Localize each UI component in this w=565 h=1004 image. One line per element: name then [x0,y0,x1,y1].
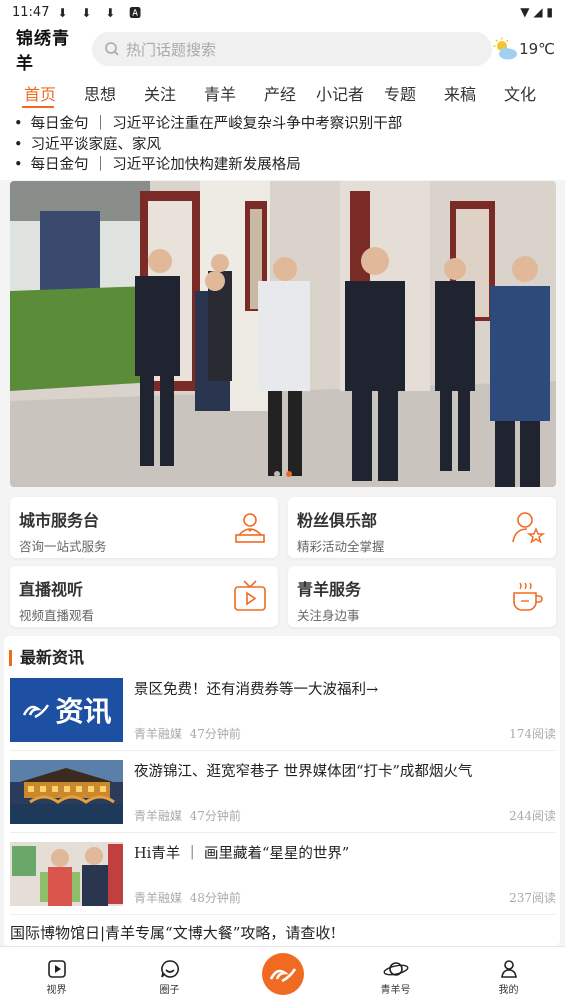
tab-5[interactable]: 小记者 [310,74,370,110]
service-grid: 城市服务台 咨询一站式服务 粉丝俱乐部 精彩活动全掌握 直播视听 视频直播观看 … [10,497,556,627]
download-notification-icons: ⬇ ⬇ ⬇ 🅰 [57,5,147,20]
news-thumbnail: 资讯 [10,678,123,742]
fan-star-icon [512,512,546,544]
search-icon [105,42,119,56]
bottom-navigation: 视界 圈子 青羊号 我的 [0,946,565,1004]
tv-play-icon [234,580,266,611]
sun-cloud-icon [493,37,518,60]
status-right-icons: ▼ ◢ ▮ [520,5,553,19]
news-meta: 青羊融媒 47分钟前 [134,807,241,824]
tab-0[interactable]: 首页 [10,74,70,110]
news-meta: 青羊融媒 48分钟前 [134,889,241,906]
headline-ticker: 每日金句 ｜ 习近平论注重在严峻复杂斗争中考察识别干部 习近平谈家庭、家风 每日… [0,110,565,180]
news-reads: 237阅读 [509,891,556,905]
news-headline-partial[interactable]: 国际博物馆日|青羊专属“文博大餐”攻略，请查收! [10,922,336,943]
divider [10,750,556,751]
app-header: 锦绣青羊 热门话题搜索 19℃ [0,24,565,74]
tab-3[interactable]: 青羊 [190,74,250,110]
search-input[interactable]: 热门话题搜索 [92,32,492,66]
nav-label: 青羊号 [380,985,411,996]
news-meta: 青羊融媒 47分钟前 [134,725,241,742]
ticker-item[interactable]: 每日金句 ｜ 习近平论加快构建新发展格局 [14,155,565,176]
tab-7[interactable]: 来稿 [430,74,490,110]
status-bar: 11:47 ⬇ ⬇ ⬇ 🅰 ▼ ◢ ▮ [0,0,565,24]
weather-temp: 19℃ [519,40,555,58]
planet-icon [383,962,408,976]
news-item[interactable]: Hi青羊 ｜ 画里藏着“星星的世界” 青羊融媒 48分钟前 237阅读 [10,842,556,908]
ticker-item[interactable]: 每日金句 ｜ 习近平论注重在严峻复杂斗争中考察识别干部 [14,114,565,135]
status-time: 11:47 [12,4,50,20]
news-source: 青羊融媒 [134,891,183,905]
center-logo-icon [269,968,296,983]
service-card-city-desk[interactable]: 城市服务台 咨询一站式服务 [10,497,278,558]
news-headline: 夜游锦江、逛宽窄巷子 世界媒体团“打卡”成都烟火气 [134,764,473,780]
section-title: 最新资讯 [9,650,84,666]
news-reads: 244阅读 [509,809,556,823]
brand-swirl-icon [23,704,50,719]
service-card-fan-club[interactable]: 粉丝俱乐部 精彩活动全掌握 [288,497,556,558]
news-thumbnail [10,842,123,906]
nav-item-qingyang-account[interactable]: 青羊号 [339,947,452,1004]
news-headline: Hi青羊 ｜ 画里藏着“星星的世界” [134,846,350,862]
app-logo[interactable]: 锦绣青羊 [16,24,84,74]
tab-4[interactable]: 产经 [250,74,310,110]
news-time: 47分钟前 [189,809,241,823]
hero-carousel[interactable] [10,181,556,487]
service-desk-icon [235,513,265,543]
news-source: 青羊融媒 [134,809,183,823]
nav-label: 我的 [498,985,519,996]
news-headline: 景区免费！还有消费券等一大波福利→ [134,682,379,698]
painting-children-photo [10,842,123,906]
nav-item-video[interactable]: 视界 [0,947,113,1004]
news-item[interactable]: 夜游锦江、逛宽窄巷子 世界媒体团“打卡”成都烟火气 青羊融媒 47分钟前 244… [10,760,556,826]
thumbnail-text: 资讯 [55,695,112,728]
search-placeholder: 热门话题搜索 [126,40,217,59]
service-card-live-video[interactable]: 直播视听 视频直播观看 [10,566,278,627]
service-card-qingyang[interactable]: 青羊服务 关注身边事 [288,566,556,627]
news-time: 48分钟前 [189,891,241,905]
nav-item-home-logo[interactable] [226,947,339,1004]
chat-smile-icon [160,960,179,978]
channel-tabs: 首页 思想 关注 青羊 产经 小记者 专题 来稿 文化 [0,74,565,110]
hero-photo [10,181,556,487]
carousel-indicators[interactable] [10,471,556,477]
center-logo-button[interactable] [261,953,304,995]
coffee-cup-icon [513,582,543,611]
carousel-dot[interactable] [274,471,280,477]
nav-item-mine[interactable]: 我的 [452,947,565,1004]
user-icon [500,960,517,978]
news-reads: 174阅读 [509,727,556,741]
nav-label: 圈子 [159,985,180,996]
news-item[interactable]: 资讯 景区免费！还有消费券等一大波福利→ 青羊融媒 47分钟前 174阅读 [10,678,556,744]
nav-label: 视界 [46,985,67,996]
night-river-photo [10,760,123,824]
ticker-item[interactable]: 习近平谈家庭、家风 [14,135,565,156]
carousel-dot[interactable] [286,471,292,477]
tab-8[interactable]: 文化 [490,74,550,110]
news-source: 青羊融媒 [134,727,183,741]
divider [10,832,556,833]
tab-1[interactable]: 思想 [70,74,130,110]
video-play-icon [47,960,66,978]
nav-item-circle[interactable]: 圈子 [113,947,226,1004]
news-time: 47分钟前 [189,727,241,741]
latest-news-section: 最新资讯 资讯 景区免费！还有消费券等一大波福利→ 青羊融媒 47分钟前 174… [4,636,560,946]
tab-6[interactable]: 专题 [370,74,430,110]
news-thumbnail [10,760,123,824]
weather-widget[interactable]: 19℃ [493,37,555,61]
divider [10,914,556,915]
tab-2[interactable]: 关注 [130,74,190,110]
